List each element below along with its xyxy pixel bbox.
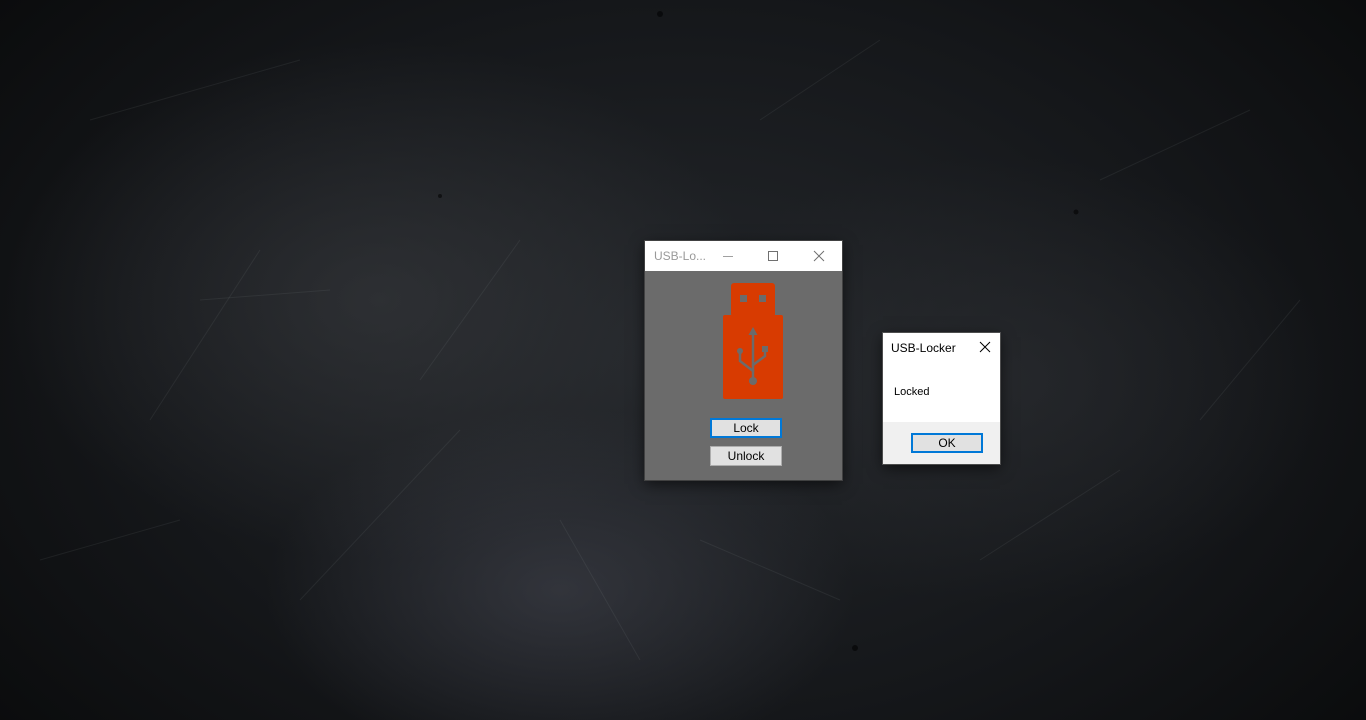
- usb-drive-icon: [723, 283, 783, 399]
- message-box-close-button[interactable]: [970, 333, 1000, 361]
- message-box-title: USB-Locker: [891, 341, 956, 355]
- unlock-button[interactable]: Unlock: [710, 446, 782, 466]
- message-box: USB-Locker Locked OK: [883, 333, 1000, 464]
- maximize-button[interactable]: [750, 241, 796, 271]
- close-icon: [813, 250, 825, 262]
- minimize-button[interactable]: [705, 241, 751, 271]
- message-box-footer: OK: [883, 422, 1000, 464]
- window-title: USB-Lo...: [654, 249, 707, 263]
- maximize-icon: [768, 251, 778, 261]
- ok-button[interactable]: OK: [911, 433, 983, 453]
- close-button[interactable]: [796, 241, 842, 271]
- usb-locker-window: USB-Lo... Lock Unlock: [645, 241, 842, 480]
- close-icon: [979, 341, 991, 353]
- message-text: Locked: [894, 386, 930, 398]
- minimize-icon: [723, 256, 733, 257]
- title-bar[interactable]: USB-Lo...: [645, 241, 842, 271]
- lock-button[interactable]: Lock: [710, 418, 782, 438]
